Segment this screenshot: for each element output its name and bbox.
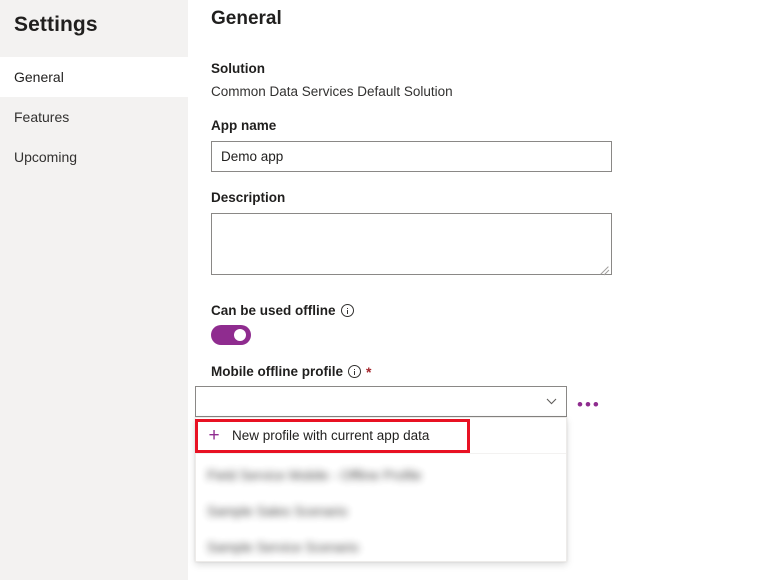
dropdown-item-option-1[interactable]: Field Service Mobile - Offline Profile [196, 457, 566, 493]
sidebar-item-general[interactable]: General [0, 57, 188, 97]
info-circle-icon[interactable] [348, 365, 361, 378]
dropdown-item-option-3[interactable]: Sample Service Scenario [196, 529, 566, 565]
page-title: General [211, 8, 282, 30]
dropdown-item-option-3-label: Sample Service Scenario [207, 540, 359, 555]
toggle-knob [234, 329, 246, 341]
sidebar-item-general-label: General [14, 70, 64, 84]
settings-main-panel: General Solution Common Data Services De… [188, 0, 765, 580]
solution-value: Common Data Services Default Solution [211, 84, 453, 99]
description-textarea[interactable] [211, 213, 612, 275]
sidebar-item-upcoming-label: Upcoming [14, 150, 77, 164]
mobile-offline-profile-combobox[interactable] [195, 386, 567, 417]
dropdown-item-new-profile-label: New profile with current app data [232, 428, 429, 443]
chevron-down-icon[interactable] [546, 396, 557, 407]
mobile-offline-profile-dropdown: + New profile with current app data Fiel… [195, 417, 567, 562]
sidebar-title: Settings [0, 0, 188, 37]
solution-label: Solution [211, 61, 265, 76]
app-name-label: App name [211, 118, 276, 133]
settings-sidebar: Settings General Features Upcoming [0, 0, 188, 580]
dropdown-item-option-2[interactable]: Sample Sales Scenario [196, 493, 566, 529]
required-asterisk: * [366, 364, 371, 380]
dropdown-item-option-1-label: Field Service Mobile - Offline Profile [207, 468, 421, 483]
can-be-used-offline-text: Can be used offline [211, 303, 336, 318]
mobile-offline-profile-text: Mobile offline profile [211, 364, 343, 379]
can-be-used-offline-toggle[interactable] [211, 325, 251, 345]
mobile-offline-profile-label: Mobile offline profile * [211, 364, 371, 380]
ellipsis-icon[interactable]: ••• [577, 396, 601, 413]
settings-page: Settings General Features Upcoming Gener… [0, 0, 765, 580]
sidebar-item-features-label: Features [14, 110, 69, 124]
dropdown-item-option-2-label: Sample Sales Scenario [207, 504, 347, 519]
can-be-used-offline-label: Can be used offline [211, 303, 354, 318]
app-name-input[interactable] [211, 141, 612, 172]
sidebar-item-features[interactable]: Features [0, 97, 188, 137]
info-circle-icon[interactable] [341, 304, 354, 317]
plus-icon: + [207, 426, 221, 445]
dropdown-item-new-profile[interactable]: + New profile with current app data [196, 418, 566, 454]
description-label: Description [211, 190, 285, 205]
sidebar-nav: General Features Upcoming [0, 57, 188, 177]
sidebar-item-upcoming[interactable]: Upcoming [0, 137, 188, 177]
